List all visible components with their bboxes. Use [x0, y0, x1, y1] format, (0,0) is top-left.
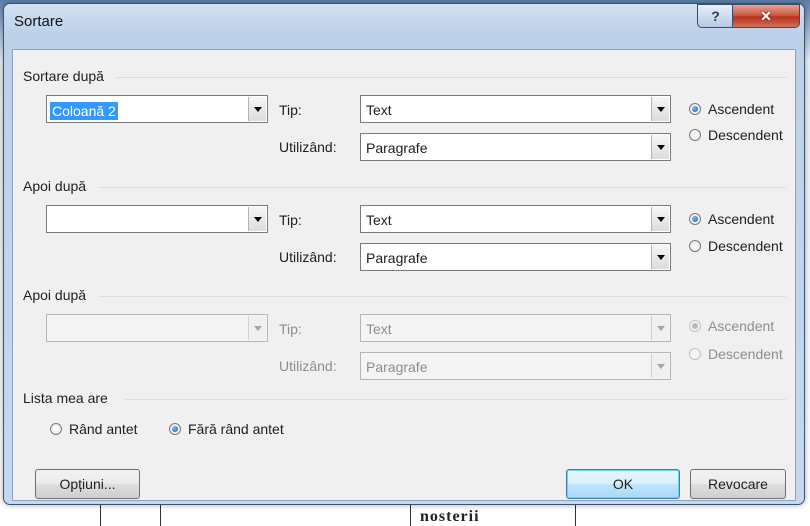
- help-button[interactable]: ?: [697, 4, 734, 28]
- radio-selected-icon: [689, 320, 701, 332]
- sort-by-type-label: Tip:: [279, 102, 302, 118]
- radio-unselected-icon: [689, 348, 701, 360]
- cancel-button-label: Revocare: [708, 476, 768, 492]
- chevron-down-icon[interactable]: [651, 135, 669, 159]
- group-divider: [99, 187, 786, 188]
- then-by-2-column-combo: [46, 314, 268, 342]
- then-by-1-using-label: Utilizând:: [279, 249, 337, 265]
- group-divider: [116, 77, 786, 78]
- sort-by-ascending-label: Ascendent: [708, 101, 775, 117]
- then-by-1-heading: Apoi după: [23, 178, 87, 194]
- ok-button[interactable]: OK: [566, 469, 680, 499]
- group-divider: [99, 296, 786, 297]
- then-by-2-descending-label: Descendent: [708, 346, 783, 362]
- then-by-1-type-label: Tip:: [279, 212, 302, 228]
- radio-selected-icon: [689, 103, 701, 115]
- background-document-text: nosterii: [420, 508, 480, 525]
- sort-by-heading: Sortare după: [23, 68, 104, 84]
- then-by-1-type-combo[interactable]: Text: [360, 205, 671, 233]
- then-by-1-ascending-label: Ascendent: [708, 211, 775, 227]
- then-by-2-ascending-label: Ascendent: [708, 318, 775, 334]
- dialog-body: Sortare după Coloană 2 Tip: Text Utilizâ…: [12, 49, 796, 501]
- header-row-radio[interactable]: Rând antet: [50, 421, 138, 437]
- background-table-line: [100, 503, 101, 526]
- background-table-line: [160, 503, 161, 526]
- then-by-2-heading: Apoi după: [23, 287, 87, 303]
- background-table-line: [575, 503, 576, 526]
- radio-selected-icon: [689, 213, 701, 225]
- radio-selected-icon: [169, 423, 181, 435]
- close-icon: ✕: [760, 7, 772, 24]
- chevron-down-icon: [651, 354, 669, 378]
- then-by-2-ascending-radio: Ascendent: [689, 318, 774, 334]
- chevron-down-icon[interactable]: [651, 245, 669, 269]
- chevron-down-icon[interactable]: [248, 97, 266, 121]
- chevron-down-icon: [651, 316, 669, 340]
- then-by-2-type-value: Text: [366, 321, 392, 337]
- sort-by-type-combo[interactable]: Text: [360, 95, 671, 123]
- group-divider: [125, 399, 786, 400]
- radio-unselected-icon: [689, 129, 701, 141]
- list-has-heading: Lista mea are: [23, 390, 108, 406]
- sort-by-column-value: Coloană 2: [50, 102, 118, 120]
- sort-by-type-value: Text: [366, 102, 392, 118]
- then-by-2-type-combo: Text: [360, 314, 671, 342]
- radio-unselected-icon: [689, 240, 701, 252]
- sort-by-descending-label: Descendent: [708, 127, 783, 143]
- no-header-row-label: Fără rând antet: [188, 421, 284, 437]
- sort-by-using-value: Paragrafe: [366, 140, 428, 156]
- then-by-2-using-combo: Paragrafe: [360, 352, 671, 380]
- then-by-1-using-value: Paragrafe: [366, 250, 428, 266]
- header-row-label: Rând antet: [69, 421, 138, 437]
- ok-button-label: OK: [612, 476, 634, 492]
- sort-by-descending-radio[interactable]: Descendent: [689, 127, 783, 143]
- background-table-line: [410, 503, 411, 526]
- then-by-2-using-value: Paragrafe: [366, 359, 428, 375]
- chevron-down-icon[interactable]: [651, 97, 669, 121]
- then-by-1-column-combo[interactable]: [46, 205, 268, 233]
- sort-by-ascending-radio[interactable]: Ascendent: [689, 101, 774, 117]
- then-by-2-descending-radio: Descendent: [689, 346, 783, 362]
- chevron-down-icon[interactable]: [651, 207, 669, 231]
- no-header-row-radio[interactable]: Fără rând antet: [169, 421, 284, 437]
- then-by-2-using-label: Utilizând:: [279, 358, 337, 374]
- then-by-1-descending-radio[interactable]: Descendent: [689, 238, 783, 254]
- help-icon: ?: [711, 8, 720, 24]
- options-button-label: Opțiuni...: [59, 476, 116, 492]
- then-by-1-ascending-radio[interactable]: Ascendent: [689, 211, 774, 227]
- chevron-down-icon: [248, 316, 266, 340]
- then-by-1-using-combo[interactable]: Paragrafe: [360, 243, 671, 271]
- sort-dialog: Sortare ? ✕ Sortare după Coloană 2 Tip: …: [3, 3, 805, 505]
- chevron-down-icon[interactable]: [248, 207, 266, 231]
- cancel-button[interactable]: Revocare: [690, 469, 786, 499]
- sort-by-using-combo[interactable]: Paragrafe: [360, 133, 671, 161]
- then-by-2-type-label: Tip:: [279, 321, 302, 337]
- then-by-1-descending-label: Descendent: [708, 238, 783, 254]
- dialog-title: Sortare: [14, 13, 64, 30]
- close-button[interactable]: ✕: [732, 4, 800, 28]
- sort-by-using-label: Utilizând:: [279, 139, 337, 155]
- radio-unselected-icon: [50, 423, 62, 435]
- then-by-1-type-value: Text: [366, 212, 392, 228]
- options-button[interactable]: Opțiuni...: [35, 469, 140, 499]
- sort-by-column-combo[interactable]: Coloană 2: [46, 95, 268, 123]
